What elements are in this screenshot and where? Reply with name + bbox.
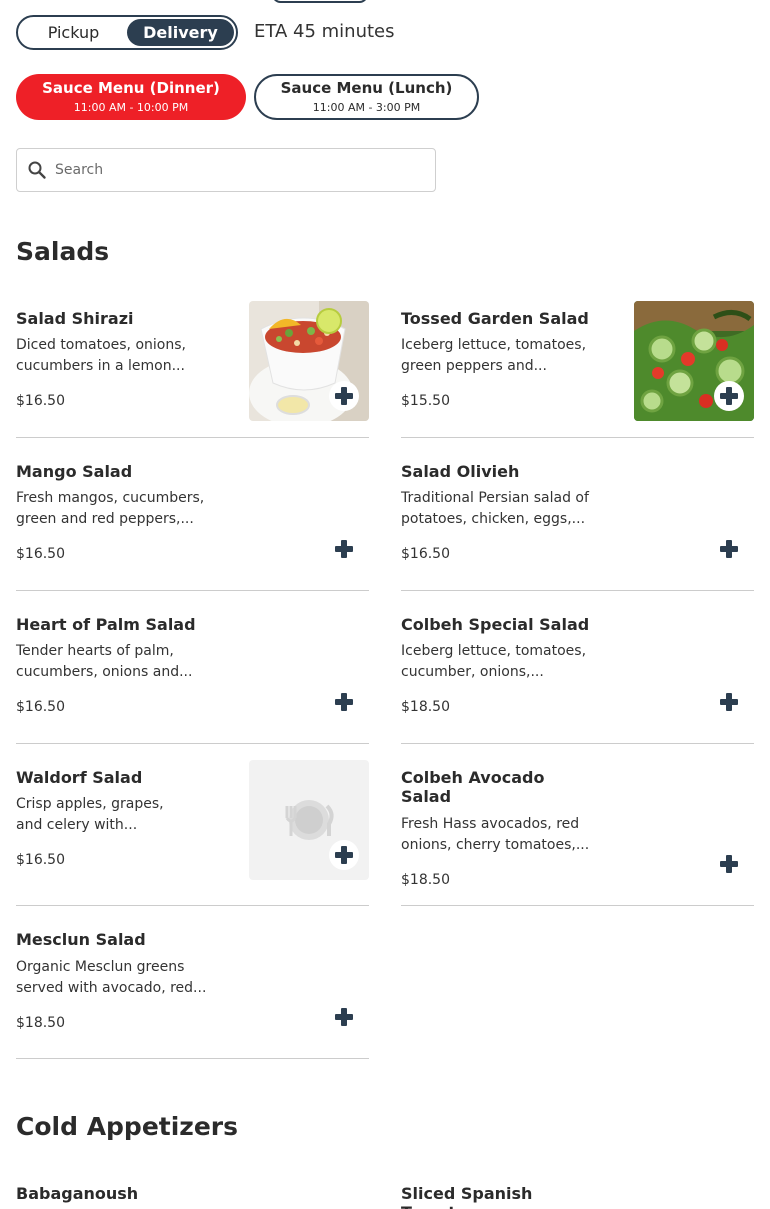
item-name: Tossed Garden Salad — [401, 309, 589, 328]
plus-icon — [335, 1008, 353, 1026]
plus-icon — [720, 693, 738, 711]
item-price: $16.50 — [16, 699, 65, 715]
plus-icon — [335, 693, 353, 711]
menu-item-babaganoush[interactable]: Babaganoush — [16, 1176, 369, 1209]
section-title-cold-appetizers: Cold Appetizers — [16, 1112, 239, 1141]
menu-item-salad-olivieh[interactable]: Salad Olivieh Traditional Persian salad … — [401, 454, 754, 591]
item-description: Tender hearts of palm, cucumbers, onions … — [16, 643, 193, 680]
delivery-option[interactable]: Delivery — [127, 19, 234, 46]
tab-hours: 11:00 AM - 3:00 PM — [312, 101, 421, 114]
add-item-button[interactable] — [329, 1002, 359, 1032]
search-input[interactable] — [55, 162, 395, 178]
item-name: Waldorf Salad — [16, 768, 143, 787]
item-price: $18.50 — [401, 872, 450, 888]
menu-item-salad-shirazi[interactable]: Salad Shirazi Diced tomatoes, onions, cuc… — [16, 301, 369, 438]
tab-title: Sauce Menu (Lunch) — [280, 79, 453, 97]
plus-icon — [335, 387, 353, 405]
tab-title: Sauce Menu (Dinner) — [42, 79, 220, 97]
item-name: Mango Salad — [16, 462, 133, 481]
item-description: Iceberg lettuce, tomatoes, cucumber, onio… — [401, 643, 587, 680]
item-description: Crisp apples, grapes, and celery with... — [16, 796, 164, 833]
add-item-button[interactable] — [714, 381, 744, 411]
item-name: Colbeh Special Salad — [401, 615, 590, 634]
menu-item-colbeh-avocado-salad[interactable]: Colbeh Avocado Salad Fresh Hass avocados… — [401, 760, 754, 906]
item-price: $15.50 — [401, 393, 450, 409]
item-price: $18.50 — [16, 1015, 65, 1031]
item-description: Diced tomatoes, onions, cucumbers in a le… — [16, 337, 186, 374]
add-item-button[interactable] — [329, 840, 359, 870]
tab-lunch-menu[interactable]: Sauce Menu (Lunch) 11:00 AM - 3:00 PM — [254, 74, 479, 120]
menu-item-colbeh-special-salad[interactable]: Colbeh Special Salad Iceberg lettuce, to… — [401, 607, 754, 744]
item-name: Salad Olivieh — [401, 462, 520, 481]
plus-icon — [720, 540, 738, 558]
add-item-button[interactable] — [714, 534, 744, 564]
item-price: $16.50 — [16, 852, 65, 868]
item-price: $18.50 — [401, 699, 450, 715]
search-box — [16, 148, 436, 192]
tab-hours: 11:00 AM - 10:00 PM — [73, 101, 189, 114]
menu-item-mesclun-salad[interactable]: Mesclun Salad Organic Mesclun greens serv… — [16, 922, 369, 1059]
search-icon — [28, 161, 46, 179]
plus-icon — [335, 846, 353, 864]
item-description: Fresh Hass avocados, red onions, cherry t… — [401, 816, 590, 853]
item-name: Salad Shirazi — [16, 309, 134, 328]
item-description: Iceberg lettuce, tomatoes, green peppers … — [401, 337, 587, 374]
item-price: $16.50 — [16, 393, 65, 409]
plus-icon — [335, 540, 353, 558]
item-price: $16.50 — [401, 546, 450, 562]
menu-item-tossed-garden-salad[interactable]: Tossed Garden Salad Iceberg lettuce, tom… — [401, 301, 754, 438]
menu-item-heart-of-palm-salad[interactable]: Heart of Palm Salad Tender hearts of pal… — [16, 607, 369, 744]
item-name: Colbeh Avocado Salad — [401, 768, 545, 806]
item-name: Sliced Spanish Tomatoes — [401, 1184, 533, 1209]
pickup-option[interactable]: Pickup — [20, 19, 127, 46]
tab-dinner-menu[interactable]: Sauce Menu (Dinner) 11:00 AM - 10:00 PM — [16, 74, 246, 120]
menu-item-sliced-spanish-tomatoes[interactable]: Sliced Spanish Tomatoes — [401, 1176, 754, 1209]
item-name: Heart of Palm Salad — [16, 615, 196, 634]
menu-selector-stub[interactable] — [272, 0, 368, 3]
menu-item-waldorf-salad[interactable]: Waldorf Salad Crisp apples, grapes, and c… — [16, 760, 369, 906]
add-item-button[interactable] — [714, 849, 744, 879]
item-description: Traditional Persian salad of potatoes, ch… — [401, 490, 589, 527]
add-item-button[interactable] — [329, 687, 359, 717]
plus-icon — [720, 855, 738, 873]
plus-icon — [720, 387, 738, 405]
section-title-salads: Salads — [16, 237, 110, 266]
item-description: Fresh mangos, cucumbers, green and red pe… — [16, 490, 205, 527]
add-item-button[interactable] — [714, 687, 744, 717]
menu-item-mango-salad[interactable]: Mango Salad Fresh mangos, cucumbers, gree… — [16, 454, 369, 591]
order-mode-toggle: Pickup Delivery — [16, 15, 238, 50]
add-item-button[interactable] — [329, 534, 359, 564]
eta-text: ETA 45 minutes — [254, 21, 395, 42]
item-name: Mesclun Salad — [16, 930, 146, 949]
item-description: Organic Mesclun greens served with avocad… — [16, 959, 207, 996]
add-item-button[interactable] — [329, 381, 359, 411]
item-name: Babaganoush — [16, 1184, 139, 1203]
item-price: $16.50 — [16, 546, 65, 562]
